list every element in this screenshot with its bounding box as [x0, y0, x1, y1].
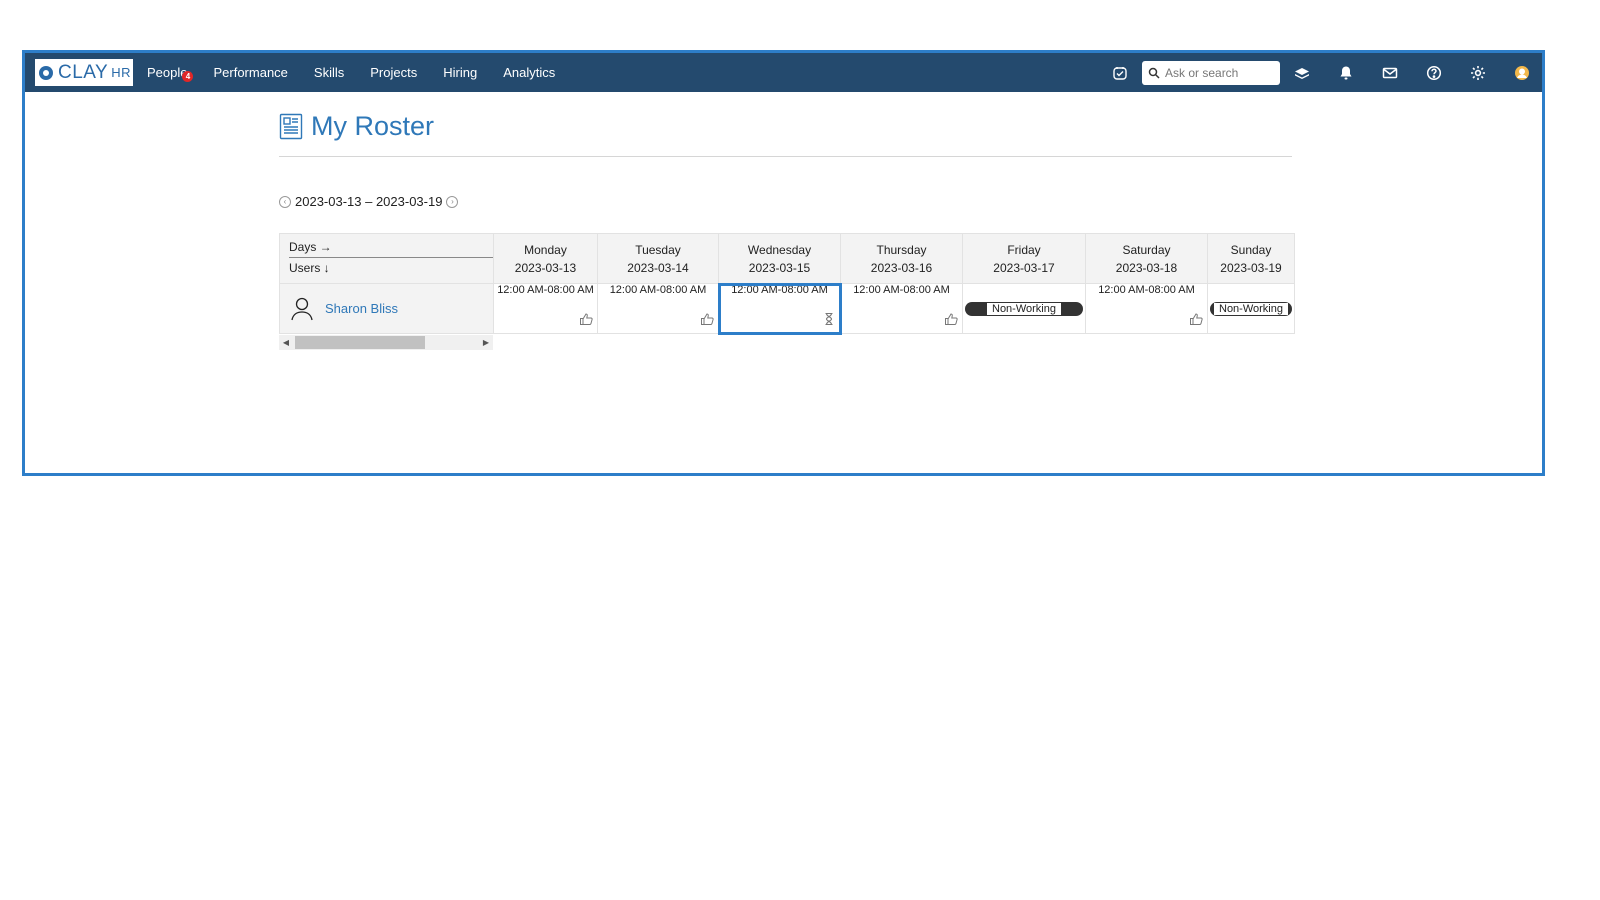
nav-people[interactable]: People 4: [147, 65, 194, 82]
scroll-left-icon[interactable]: ◀: [279, 338, 293, 347]
scroll-track[interactable]: [293, 336, 479, 349]
nav-projects[interactable]: Projects: [370, 65, 417, 80]
non-working-bar: Non-Working: [1210, 301, 1292, 316]
shift-cell-thursday[interactable]: 12:00 AM-08:00 AM: [840, 283, 963, 334]
shift-time: 12:00 AM-08:00 AM: [731, 284, 828, 296]
day-header-wednesday: Wednesday 2023-03-15: [718, 233, 841, 284]
roster-icon: [279, 113, 303, 140]
shift-cell-sunday[interactable]: Non-Working: [1207, 283, 1295, 334]
non-working-label: Non-Working: [987, 302, 1061, 315]
day-header-thursday: Thursday 2023-03-16: [840, 233, 963, 284]
global-search[interactable]: [1142, 60, 1280, 85]
user-cell: Sharon Bliss: [279, 283, 494, 334]
scroll-thumb[interactable]: [295, 336, 425, 349]
approved-icon: [1190, 313, 1203, 325]
app-window: CLAY HR People 4 Performance Skills Proj…: [22, 50, 1545, 476]
clayhr-logo[interactable]: CLAY HR: [35, 59, 133, 86]
nav-hiring[interactable]: Hiring: [443, 65, 477, 80]
page-title-text: My Roster: [311, 111, 435, 141]
corner-days-label: Days →: [289, 240, 493, 258]
table-row: Sharon Bliss 12:00 AM-08:00 AM 12:00 AM-…: [279, 282, 1295, 335]
mail-icon[interactable]: [1380, 63, 1400, 83]
non-working-label: Non-Working: [1214, 302, 1288, 315]
logo-mark-icon: [39, 65, 53, 80]
logo-suffix: HR: [111, 65, 132, 80]
navbar-actions: [1110, 60, 1532, 85]
page-title: My Roster: [279, 111, 434, 142]
approved-icon: [945, 313, 958, 325]
shift-time: 12:00 AM-08:00 AM: [1098, 284, 1195, 296]
shift-cell-friday[interactable]: Non-Working: [962, 283, 1086, 334]
title-divider: [279, 156, 1292, 157]
day-header-saturday: Saturday 2023-03-18: [1085, 233, 1208, 284]
approved-icon: [701, 313, 714, 325]
non-working-bar: Non-Working: [965, 301, 1083, 316]
horizontal-scrollbar[interactable]: ◀ ▶: [279, 335, 493, 350]
top-navbar: CLAY HR People 4 Performance Skills Proj…: [25, 53, 1542, 92]
week-navigator: ‹ 2023-03-13 – 2023-03-19 ›: [279, 194, 459, 209]
week-range: 2023-03-13 – 2023-03-19: [295, 194, 443, 209]
nav-people-label: People: [147, 65, 188, 80]
learning-icon[interactable]: [1292, 63, 1312, 83]
gear-icon[interactable]: [1468, 63, 1488, 83]
shift-time: 12:00 AM-08:00 AM: [853, 284, 950, 296]
shift-cell-saturday[interactable]: 12:00 AM-08:00 AM: [1085, 283, 1208, 334]
day-header-monday: Monday 2023-03-13: [493, 233, 598, 284]
nav-skills[interactable]: Skills: [314, 65, 344, 80]
user-name-link[interactable]: Sharon Bliss: [325, 301, 398, 316]
next-week-icon[interactable]: ›: [446, 195, 459, 208]
day-header-friday: Friday 2023-03-17: [962, 233, 1086, 284]
shift-cell-monday[interactable]: 12:00 AM-08:00 AM: [493, 283, 598, 334]
prev-week-icon[interactable]: ‹: [279, 195, 291, 208]
search-input[interactable]: [1163, 64, 1273, 81]
roster-table: Days → Users ↓ Monday 2023-03-13 Tuesday 2…: [279, 233, 1295, 335]
shift-time: 12:00 AM-08:00 AM: [497, 284, 594, 296]
help-icon[interactable]: [1424, 63, 1444, 83]
day-header-sunday: Sunday 2023-03-19: [1207, 233, 1295, 284]
roster-corner-header: Days → Users ↓: [279, 233, 494, 284]
shift-cell-wednesday[interactable]: 12:00 AM-08:00 AM: [717, 282, 842, 335]
nav-analytics[interactable]: Analytics: [503, 65, 555, 80]
approved-icon: [580, 313, 593, 325]
task-icon[interactable]: [1110, 63, 1130, 83]
corner-users-label: Users ↓: [289, 261, 330, 275]
search-icon: [1148, 67, 1160, 79]
pending-icon: [825, 312, 833, 326]
scroll-right-icon[interactable]: ▶: [479, 338, 493, 347]
people-notification-badge: 4: [182, 71, 194, 82]
day-header-tuesday: Tuesday 2023-03-14: [597, 233, 719, 284]
user-avatar-icon: [291, 297, 313, 320]
roster-header-row: Days → Users ↓ Monday 2023-03-13 Tuesday 2…: [279, 233, 1295, 284]
logo-text: CLAY: [58, 61, 109, 83]
nav-performance[interactable]: Performance: [213, 65, 287, 80]
shift-time: 12:00 AM-08:00 AM: [609, 284, 707, 296]
avatar-icon[interactable]: [1512, 63, 1532, 83]
bell-icon[interactable]: [1336, 63, 1356, 83]
shift-cell-tuesday[interactable]: 12:00 AM-08:00 AM: [597, 283, 719, 334]
